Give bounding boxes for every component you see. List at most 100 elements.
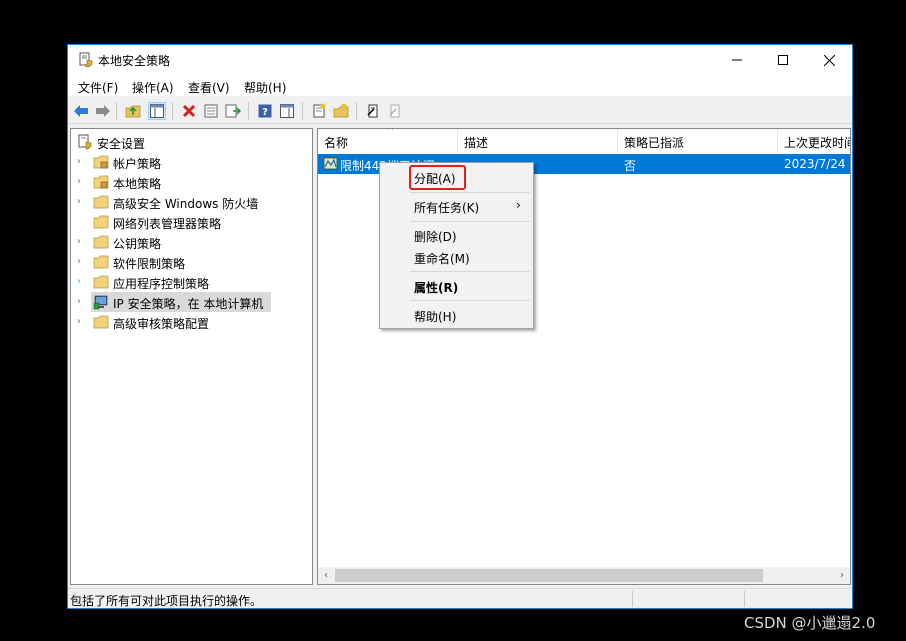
- close-button[interactable]: [806, 45, 852, 75]
- expand-chevron-icon[interactable]: ›: [77, 296, 87, 308]
- policy-modified: 2023/7/24 1: [784, 157, 851, 171]
- tree-item-label: 软件限制策略: [113, 257, 186, 271]
- close-icon: [823, 54, 835, 66]
- ip-security-computer-icon: [93, 295, 108, 310]
- tree-item-software-restriction[interactable]: › 软件限制策略: [71, 252, 311, 272]
- expand-chevron-icon[interactable]: ›: [77, 176, 87, 188]
- ip-policy-icon: [323, 157, 338, 170]
- delete-icon: [182, 104, 196, 118]
- context-menu-label: 重命名(M): [414, 252, 470, 266]
- column-header-label: 策略已指派: [624, 136, 685, 150]
- tree-item-local-policies[interactable]: › 本地策略: [71, 172, 311, 192]
- context-menu: 分配(A) 所有任务(K) › 删除(D) 重命名(M) 属性(R) 帮助(H): [379, 162, 534, 329]
- assign-icon: [367, 104, 378, 118]
- expand-chevron-icon[interactable]: ›: [77, 156, 87, 168]
- forward-button[interactable]: [94, 102, 112, 120]
- tree-item-network-list-manager[interactable]: 网络列表管理器策略: [71, 212, 311, 232]
- tree-item-label: 本地策略: [113, 177, 162, 191]
- maximize-button[interactable]: [760, 45, 806, 75]
- folder-icon: [93, 275, 109, 289]
- status-bar: 包括了所有可对此项目执行的操作。: [68, 588, 852, 608]
- back-button[interactable]: [72, 102, 90, 120]
- svg-text:?: ?: [262, 107, 268, 118]
- column-header-modified[interactable]: 上次更改时间: [778, 129, 851, 153]
- column-header-description[interactable]: 描述: [458, 129, 618, 153]
- create-policy-icon: [313, 103, 326, 118]
- toolbar: ?: [68, 98, 852, 124]
- up-one-level-button[interactable]: [124, 102, 142, 120]
- status-text: 包括了所有可对此项目执行的操作。: [70, 594, 263, 608]
- unassign-policy-button[interactable]: [386, 102, 404, 120]
- security-policy-app-icon: [79, 52, 93, 68]
- scroll-right-icon[interactable]: ›: [835, 569, 849, 582]
- show-hide-console-tree-button[interactable]: [148, 102, 166, 120]
- context-menu-label: 帮助(H): [414, 310, 457, 324]
- folder-icon: [93, 195, 109, 209]
- action-pane-icon: [280, 104, 294, 118]
- action-pane-button[interactable]: [278, 102, 296, 120]
- context-menu-label: 删除(D): [414, 230, 457, 244]
- tree-item-application-control[interactable]: › 应用程序控制策略: [71, 272, 311, 292]
- window-title: 本地安全策略: [98, 54, 171, 68]
- context-menu-help[interactable]: 帮助(H): [380, 304, 533, 326]
- help-button[interactable]: ?: [256, 102, 274, 120]
- tree-item-windows-firewall[interactable]: › 高级安全 Windows 防火墙: [71, 192, 311, 212]
- create-ip-security-policy-button[interactable]: [310, 102, 328, 120]
- column-header-name[interactable]: 名称 ^: [318, 129, 458, 153]
- up-folder-icon: [125, 105, 141, 118]
- show-hide-tree-icon: [150, 104, 164, 118]
- assign-policy-button[interactable]: [364, 102, 382, 120]
- manage-filter-lists-button[interactable]: [332, 102, 350, 120]
- menu-view[interactable]: 查看(V): [188, 79, 230, 96]
- column-header-label: 上次更改时间: [784, 136, 851, 150]
- expand-chevron-icon[interactable]: ›: [77, 236, 87, 248]
- tree-item-label: 网络列表管理器策略: [113, 217, 222, 231]
- horizontal-scrollbar[interactable]: ‹ ›: [318, 567, 850, 584]
- column-header-assigned[interactable]: 策略已指派: [618, 129, 778, 153]
- context-menu-rename[interactable]: 重命名(M): [380, 246, 533, 268]
- tree-item-public-key-policies[interactable]: › 公钥策略: [71, 232, 311, 252]
- folder-icon: [93, 315, 109, 329]
- submenu-arrow-icon: ›: [516, 198, 521, 212]
- tree-root-security-settings[interactable]: 安全设置: [71, 132, 311, 152]
- properties-icon: [204, 104, 218, 118]
- policy-folder-icon: [93, 175, 109, 189]
- expand-chevron-icon[interactable]: ›: [77, 316, 87, 328]
- minimize-button[interactable]: [714, 45, 760, 75]
- scroll-left-icon[interactable]: ‹: [319, 569, 333, 582]
- expand-chevron-icon[interactable]: ›: [77, 256, 87, 268]
- menu-action[interactable]: 操作(A): [132, 79, 174, 96]
- tree-item-label: 公钥策略: [113, 237, 162, 251]
- export-list-icon: [225, 104, 241, 118]
- tree-item-label: IP 安全策略，在 本地计算机: [113, 297, 264, 311]
- expand-chevron-icon[interactable]: ›: [77, 196, 87, 208]
- folder-icon: [93, 215, 109, 229]
- delete-button[interactable]: [180, 102, 198, 120]
- tree-item-advanced-audit[interactable]: › 高级审核策略配置: [71, 312, 311, 332]
- menu-help[interactable]: 帮助(H): [244, 79, 286, 96]
- tree-item-ip-security-policies[interactable]: › IP 安全策略，在 本地计算机: [71, 292, 311, 312]
- context-menu-label: 所有任务(K): [414, 201, 480, 215]
- folder-icon: [93, 255, 109, 269]
- properties-button[interactable]: [202, 102, 220, 120]
- expand-chevron-icon[interactable]: ›: [77, 276, 87, 288]
- scrollbar-thumb[interactable]: [335, 569, 763, 582]
- menu-file[interactable]: 文件(F): [78, 79, 118, 96]
- title-bar[interactable]: 本地安全策略: [68, 45, 852, 75]
- context-menu-delete[interactable]: 删除(D): [380, 224, 533, 246]
- unassign-icon: [389, 104, 400, 118]
- manage-filters-icon: [333, 103, 349, 118]
- sort-ascending-icon: ^: [386, 129, 395, 137]
- tree-item-account-policies[interactable]: › 帐户策略: [71, 152, 311, 172]
- help-icon: ?: [258, 104, 272, 118]
- tree-root-label: 安全设置: [97, 137, 146, 151]
- folder-icon: [93, 235, 109, 249]
- watermark: CSDN @小邋遢2.0: [744, 614, 876, 632]
- context-menu-all-tasks[interactable]: 所有任务(K) ›: [380, 195, 533, 217]
- forward-arrow-icon: [96, 105, 110, 117]
- context-menu-properties[interactable]: 属性(R): [380, 275, 533, 297]
- console-tree: 安全设置 › 帐户策略 › 本地策略 › 高级安全 Windows 防火墙 网络…: [70, 128, 313, 585]
- export-list-button[interactable]: [224, 102, 242, 120]
- column-header-label: 描述: [464, 136, 489, 150]
- tree-item-label: 应用程序控制策略: [113, 277, 210, 291]
